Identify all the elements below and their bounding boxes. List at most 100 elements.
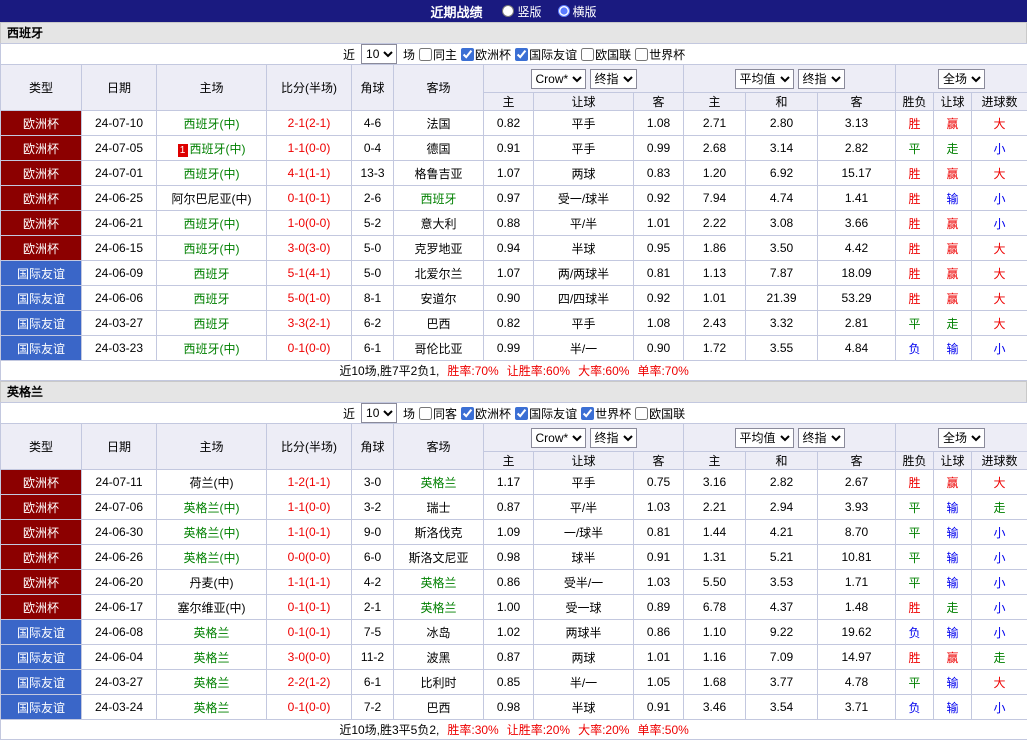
competition-type: 欧洲杯 xyxy=(1,595,82,620)
home-team[interactable]: 英格兰 xyxy=(157,645,267,670)
filter-checkbox-input[interactable] xyxy=(635,48,648,61)
away-team[interactable]: 法国 xyxy=(394,111,484,136)
home-team[interactable]: 西班牙 xyxy=(157,311,267,336)
filter-checkbox[interactable]: 国际友谊 xyxy=(515,46,577,63)
away-team[interactable]: 安道尔 xyxy=(394,286,484,311)
away-team[interactable]: 比利时 xyxy=(394,670,484,695)
home-team[interactable]: 英格兰(中) xyxy=(157,545,267,570)
home-team[interactable]: 西班牙(中) xyxy=(157,336,267,361)
col-header: 客 xyxy=(634,452,684,470)
filter-checkbox-input[interactable] xyxy=(581,407,594,420)
filter-checkbox-input[interactable] xyxy=(419,48,432,61)
away-team[interactable]: 冰岛 xyxy=(394,620,484,645)
filter-checkbox[interactable]: 欧洲杯 xyxy=(461,405,511,422)
filter-checkbox-input[interactable] xyxy=(419,407,432,420)
filter-checkbox[interactable]: 同主 xyxy=(419,46,457,63)
away-team[interactable]: 斯洛文尼亚 xyxy=(394,545,484,570)
corners: 8-1 xyxy=(352,286,394,311)
filter-checkbox-input[interactable] xyxy=(461,407,474,420)
match-date: 24-03-23 xyxy=(82,336,157,361)
home-team[interactable]: 1西班牙(中) xyxy=(157,136,267,161)
home-team[interactable]: 英格兰 xyxy=(157,695,267,720)
filter-checkbox[interactable]: 国际友谊 xyxy=(515,405,577,422)
home-team[interactable]: 西班牙(中) xyxy=(157,111,267,136)
layout-radio-vertical[interactable]: 竖版 xyxy=(502,3,541,20)
match-date: 24-06-20 xyxy=(82,570,157,595)
filter-checkbox-input[interactable] xyxy=(461,48,474,61)
corners: 6-1 xyxy=(352,336,394,361)
away-team[interactable]: 巴西 xyxy=(394,311,484,336)
home-team[interactable]: 西班牙 xyxy=(157,286,267,311)
euro-average-select[interactable]: 平均值 xyxy=(735,69,794,89)
euro-draw-odds: 3.53 xyxy=(746,570,818,595)
home-team[interactable]: 塞尔维亚(中) xyxy=(157,595,267,620)
home-team[interactable]: 英格兰(中) xyxy=(157,495,267,520)
match-count-select[interactable]: 10 xyxy=(361,44,397,64)
match-row: 国际友谊24-03-27英格兰2-2(1-2)6-1比利时0.85半/一1.05… xyxy=(1,670,1027,695)
euro-home-odds: 1.20 xyxy=(684,161,746,186)
period-select[interactable]: 全场 xyxy=(938,428,985,448)
home-team[interactable]: 西班牙(中) xyxy=(157,211,267,236)
filter-checkbox[interactable]: 世界杯 xyxy=(581,405,631,422)
euro-odds-group: 平均值终指 xyxy=(684,65,896,93)
filter-checkbox[interactable]: 欧国联 xyxy=(635,405,685,422)
away-team[interactable]: 意大利 xyxy=(394,211,484,236)
asia-handicap: 平手 xyxy=(534,311,634,336)
euro-home-odds: 1.72 xyxy=(684,336,746,361)
home-team[interactable]: 西班牙(中) xyxy=(157,236,267,261)
euro-away-odds: 1.48 xyxy=(818,595,896,620)
layout-radio-input[interactable] xyxy=(502,5,514,17)
layout-radio-horizontal[interactable]: 横版 xyxy=(558,3,597,20)
filter-checkbox-input[interactable] xyxy=(515,407,528,420)
away-team[interactable]: 波黑 xyxy=(394,645,484,670)
col-header: 主 xyxy=(684,452,746,470)
asia-away-odds: 0.91 xyxy=(634,545,684,570)
away-team[interactable]: 瑞士 xyxy=(394,495,484,520)
matches-table: 近10场同主欧洲杯国际友谊欧国联世界杯类型日期主场比分(半场)角球客场Crow*… xyxy=(0,43,1027,381)
filter-checkbox[interactable]: 欧国联 xyxy=(581,46,631,63)
home-team[interactable]: 阿尔巴尼亚(中) xyxy=(157,186,267,211)
filter-checkbox[interactable]: 同客 xyxy=(419,405,457,422)
away-team[interactable]: 德国 xyxy=(394,136,484,161)
away-team[interactable]: 巴西 xyxy=(394,695,484,720)
euro-away-odds: 18.09 xyxy=(818,261,896,286)
away-team[interactable]: 英格兰 xyxy=(394,470,484,495)
home-team[interactable]: 西班牙(中) xyxy=(157,161,267,186)
away-team[interactable]: 哥伦比亚 xyxy=(394,336,484,361)
away-team[interactable]: 斯洛伐克 xyxy=(394,520,484,545)
col-header: 让球 xyxy=(534,93,634,111)
away-team[interactable]: 克罗地亚 xyxy=(394,236,484,261)
header-group-row: 类型日期主场比分(半场)角球客场Crow*终指平均值终指全场 xyxy=(1,424,1027,452)
away-team[interactable]: 英格兰 xyxy=(394,570,484,595)
period-select[interactable]: 全场 xyxy=(938,69,985,89)
home-team[interactable]: 英格兰 xyxy=(157,620,267,645)
bookmaker-select[interactable]: Crow* xyxy=(531,69,586,89)
filter-checkbox-input[interactable] xyxy=(515,48,528,61)
away-team[interactable]: 北爱尔兰 xyxy=(394,261,484,286)
home-team[interactable]: 英格兰 xyxy=(157,670,267,695)
layout-radio-input[interactable] xyxy=(558,5,570,17)
competition-type: 国际友谊 xyxy=(1,311,82,336)
asia-stage-select[interactable]: 终指 xyxy=(590,69,637,89)
bookmaker-select[interactable]: Crow* xyxy=(531,428,586,448)
score: 1-0(0-0) xyxy=(267,211,352,236)
home-team[interactable]: 英格兰(中) xyxy=(157,520,267,545)
asia-home-odds: 0.94 xyxy=(484,236,534,261)
home-team[interactable]: 荷兰(中) xyxy=(157,470,267,495)
away-team[interactable]: 西班牙 xyxy=(394,186,484,211)
euro-stage-select[interactable]: 终指 xyxy=(798,428,845,448)
euro-average-select[interactable]: 平均值 xyxy=(735,428,794,448)
away-team[interactable]: 英格兰 xyxy=(394,595,484,620)
home-team[interactable]: 西班牙 xyxy=(157,261,267,286)
corners: 3-0 xyxy=(352,470,394,495)
filter-checkbox-input[interactable] xyxy=(635,407,648,420)
asia-home-odds: 1.09 xyxy=(484,520,534,545)
filter-checkbox[interactable]: 欧洲杯 xyxy=(461,46,511,63)
asia-stage-select[interactable]: 终指 xyxy=(590,428,637,448)
filter-checkbox[interactable]: 世界杯 xyxy=(635,46,685,63)
euro-stage-select[interactable]: 终指 xyxy=(798,69,845,89)
filter-checkbox-input[interactable] xyxy=(581,48,594,61)
match-count-select[interactable]: 10 xyxy=(361,403,397,423)
away-team[interactable]: 格鲁吉亚 xyxy=(394,161,484,186)
home-team[interactable]: 丹麦(中) xyxy=(157,570,267,595)
